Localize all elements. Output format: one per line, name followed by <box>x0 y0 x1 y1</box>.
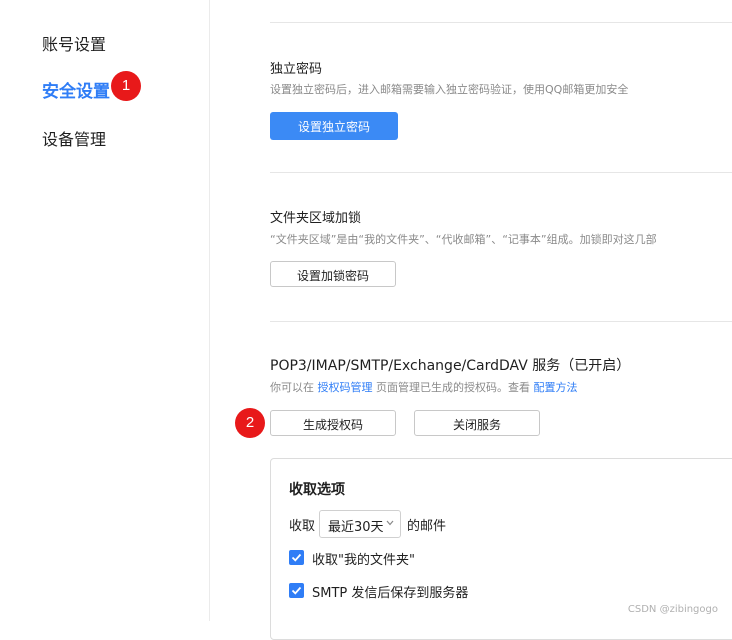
chevron-down-icon <box>386 520 394 526</box>
sidebar-item-account-settings[interactable]: 账号设置 <box>42 31 106 55</box>
service-section-desc: 你可以在 授权码管理 页面管理已生成的授权码。查看 配置方法 <box>270 379 578 395</box>
password-section-title: 独立密码 <box>270 62 323 77</box>
service-desc-middle: 页面管理已生成的授权码。查看 <box>372 381 534 394</box>
divider <box>270 321 732 322</box>
step-marker-2: 2 <box>235 408 265 438</box>
smtp-save-to-server-checkbox[interactable] <box>289 583 304 598</box>
service-section-title: POP3/IMAP/SMTP/Exchange/CardDAV 服务（已开启） <box>270 358 631 374</box>
auth-code-management-link[interactable]: 授权码管理 <box>318 381 373 394</box>
check-icon <box>291 553 302 562</box>
sidebar-item-device-management[interactable]: 设备管理 <box>42 126 106 150</box>
receive-range-value: 最近30天 <box>328 520 384 535</box>
folder-lock-section-desc: “文件夹区域”是由“我的文件夹”、“代收邮箱”、“记事本”组成。加锁即对这几部 <box>270 233 657 246</box>
mail-suffix-label: 的邮件 <box>407 519 447 534</box>
sidebar: 账号设置 安全设置 设备管理 1 <box>0 0 210 621</box>
receive-my-folders-checkbox[interactable] <box>289 550 304 565</box>
watermark: CSDN @zibingogo <box>627 604 718 615</box>
receive-my-folders-label: 收取"我的文件夹" <box>312 553 415 568</box>
close-service-button[interactable]: 关闭服务 <box>414 410 540 436</box>
smtp-save-to-server-label: SMTP 发信后保存到服务器 <box>312 586 469 601</box>
sidebar-item-security-settings[interactable]: 安全设置 <box>42 77 110 102</box>
generate-auth-code-button[interactable]: 生成授权码 <box>270 410 396 436</box>
receive-label: 收取 <box>289 519 316 534</box>
step-marker-1: 1 <box>111 71 141 101</box>
password-section-desc: 设置独立密码后，进入邮箱需要输入独立密码验证，使用QQ邮箱更加安全 <box>270 83 629 96</box>
check-icon <box>291 586 302 595</box>
set-independent-password-button[interactable]: 设置独立密码 <box>270 112 398 140</box>
divider <box>270 22 732 23</box>
divider <box>270 172 732 173</box>
folder-lock-section-title: 文件夹区域加锁 <box>270 211 362 226</box>
receive-options-title: 收取选项 <box>289 482 345 498</box>
receive-range-select[interactable]: 最近30天 <box>319 510 401 538</box>
config-method-link[interactable]: 配置方法 <box>534 381 578 394</box>
service-desc-prefix: 你可以在 <box>270 381 318 394</box>
set-lock-password-button[interactable]: 设置加锁密码 <box>270 261 396 287</box>
